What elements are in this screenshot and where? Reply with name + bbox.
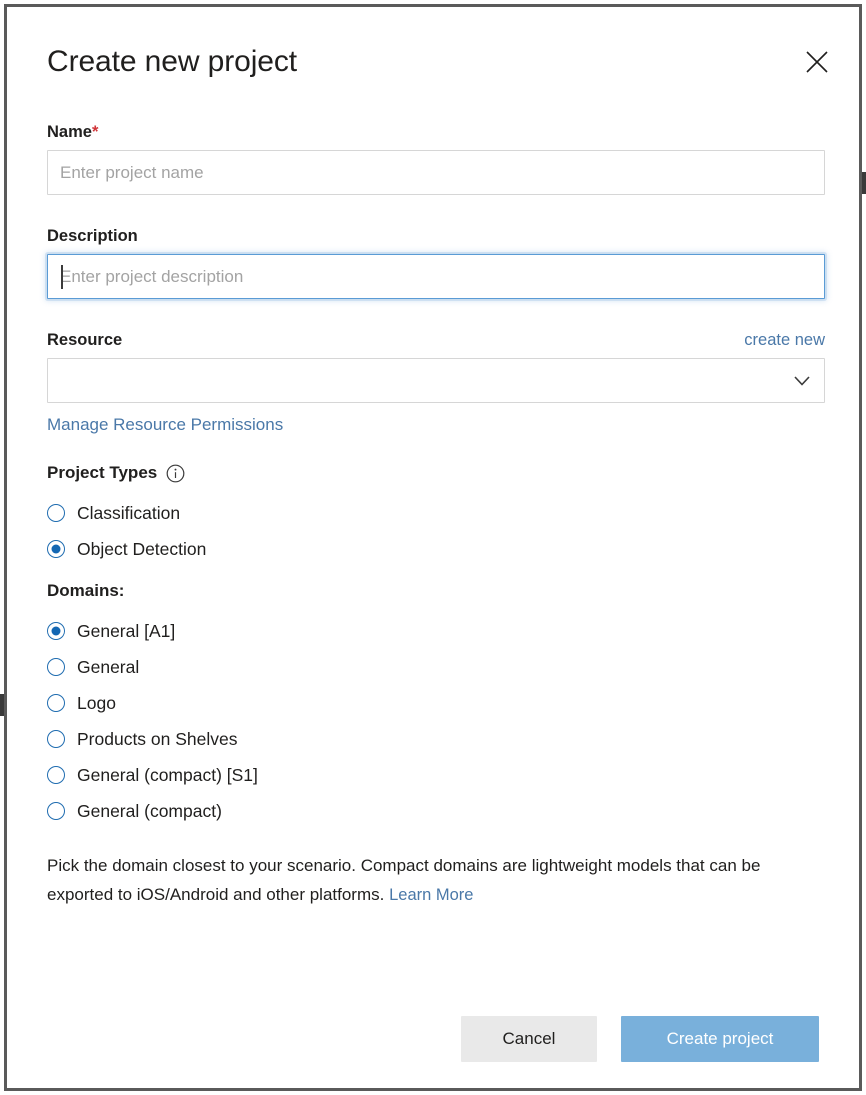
- radio-label: General (compact) [S1]: [77, 765, 258, 786]
- domains-label-text: Domains:: [47, 581, 124, 601]
- radio-option-logo[interactable]: Logo: [47, 685, 829, 721]
- radio-indicator: [47, 766, 65, 784]
- radio-option-classification[interactable]: Classification: [47, 495, 829, 531]
- domains-label: Domains:: [47, 581, 829, 601]
- manage-resource-permissions-link[interactable]: Manage Resource Permissions: [47, 415, 283, 435]
- radio-indicator: [47, 504, 65, 522]
- page-title: Create new project: [47, 45, 297, 79]
- required-marker: *: [92, 123, 98, 141]
- domains-helper-text: Pick the domain closest to your scenario…: [47, 851, 829, 910]
- radio-option-products-on-shelves[interactable]: Products on Shelves: [47, 721, 829, 757]
- project-types-label: Project Types: [47, 463, 829, 483]
- radio-label: General (compact): [77, 801, 222, 822]
- radio-label: General [A1]: [77, 621, 175, 642]
- create-new-project-dialog: Create new project Name* Description Res…: [7, 7, 859, 1088]
- radio-label: General: [77, 657, 139, 678]
- project-types-label-text: Project Types: [47, 463, 157, 483]
- radio-indicator: [47, 730, 65, 748]
- create-project-button[interactable]: Create project: [621, 1016, 819, 1062]
- name-label-text: Name: [47, 123, 92, 141]
- create-new-resource-link[interactable]: create new: [744, 331, 825, 350]
- radio-label: Logo: [77, 693, 116, 714]
- radio-indicator: [47, 802, 65, 820]
- project-name-input[interactable]: [47, 150, 825, 195]
- project-form: Name* Description Resource create new: [47, 123, 829, 910]
- radio-option-general-compact-s1[interactable]: General (compact) [S1]: [47, 757, 829, 793]
- project-description-input[interactable]: [47, 254, 825, 299]
- description-label: Description: [47, 227, 829, 246]
- dialog-frame: Create new project Name* Description Res…: [4, 4, 862, 1091]
- project-types-radio-group: Classification Object Detection: [47, 495, 829, 567]
- radio-indicator: [47, 622, 65, 640]
- learn-more-link[interactable]: Learn More: [389, 886, 473, 904]
- radio-option-general-compact[interactable]: General (compact): [47, 793, 829, 829]
- radio-option-general-a1[interactable]: General [A1]: [47, 613, 829, 649]
- radio-label: Products on Shelves: [77, 729, 238, 750]
- name-label: Name*: [47, 123, 829, 142]
- radio-label: Object Detection: [77, 539, 206, 560]
- radio-option-general[interactable]: General: [47, 649, 829, 685]
- radio-indicator: [47, 694, 65, 712]
- info-icon[interactable]: [166, 464, 185, 483]
- radio-indicator: [47, 658, 65, 676]
- resource-select[interactable]: [47, 358, 825, 403]
- resource-label-row: Resource create new: [47, 331, 825, 350]
- cancel-button[interactable]: Cancel: [461, 1016, 597, 1062]
- dialog-footer: Cancel Create project: [7, 1016, 859, 1062]
- resource-select-wrapper: [47, 358, 825, 403]
- radio-indicator: [47, 540, 65, 558]
- radio-label: Classification: [77, 503, 180, 524]
- text-caret: [61, 265, 63, 289]
- domains-radio-group: General [A1] General Logo Products on Sh…: [47, 613, 829, 829]
- close-icon[interactable]: [795, 40, 839, 84]
- resource-label: Resource: [47, 331, 122, 350]
- radio-option-object-detection[interactable]: Object Detection: [47, 531, 829, 567]
